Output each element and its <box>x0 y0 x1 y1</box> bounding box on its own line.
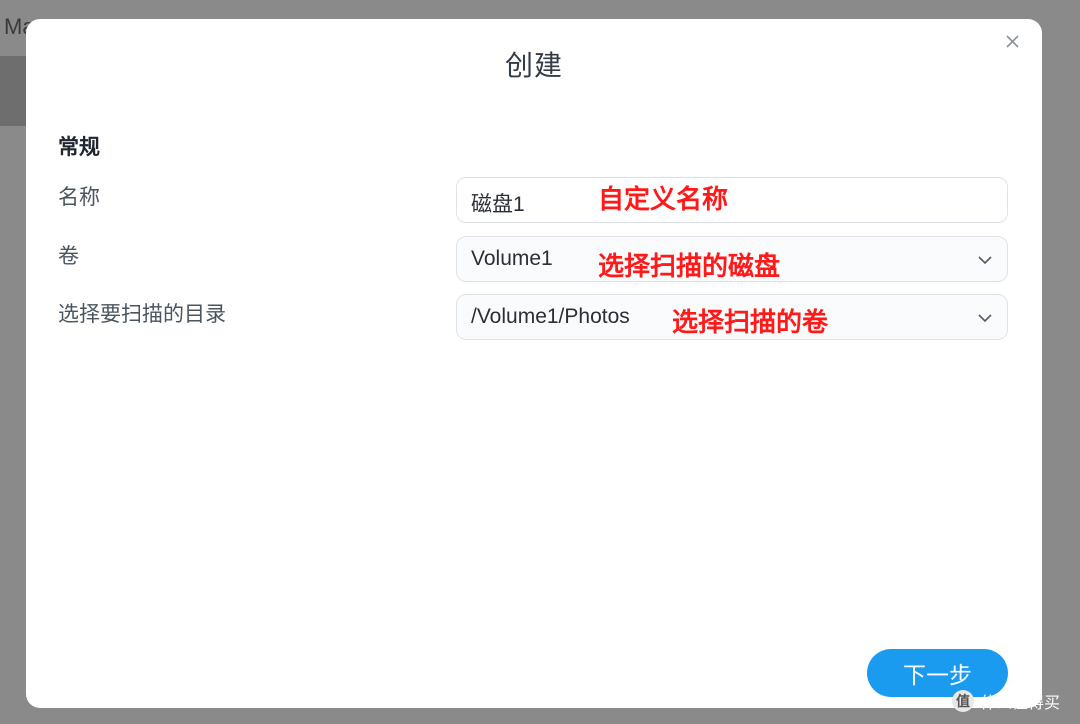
section-title-general: 常规 <box>58 135 100 159</box>
name-label: 名称 <box>58 185 100 209</box>
volume-label: 卷 <box>58 244 79 268</box>
name-input-value: 磁盘1 <box>471 193 525 216</box>
close-button[interactable] <box>1002 31 1022 51</box>
directory-label: 选择要扫描的目录 <box>58 302 226 326</box>
name-annotation: 自定义名称 <box>598 185 729 215</box>
watermark-logo: 值 <box>952 690 974 712</box>
directory-select-value: /Volume1/Photos <box>471 305 630 328</box>
directory-annotation: 选择扫描的卷 <box>672 308 829 338</box>
create-dialog: 创建 常规 名称 磁盘1 自定义名称 卷 Volume1 选择扫描的磁盘 选择要… <box>26 19 1042 708</box>
close-icon <box>1005 34 1019 48</box>
dialog-title: 创建 <box>504 49 563 82</box>
name-input[interactable]: 磁盘1 <box>456 177 1008 223</box>
chevron-down-icon <box>978 314 992 323</box>
volume-select-value: Volume1 <box>471 247 553 270</box>
watermark: 值 什么值得买 <box>952 688 1060 714</box>
chevron-down-icon <box>978 256 992 265</box>
volume-annotation: 选择扫描的磁盘 <box>598 252 781 282</box>
watermark-text: 什么值得买 <box>980 693 1061 712</box>
background-sidebar-strip <box>0 56 26 126</box>
